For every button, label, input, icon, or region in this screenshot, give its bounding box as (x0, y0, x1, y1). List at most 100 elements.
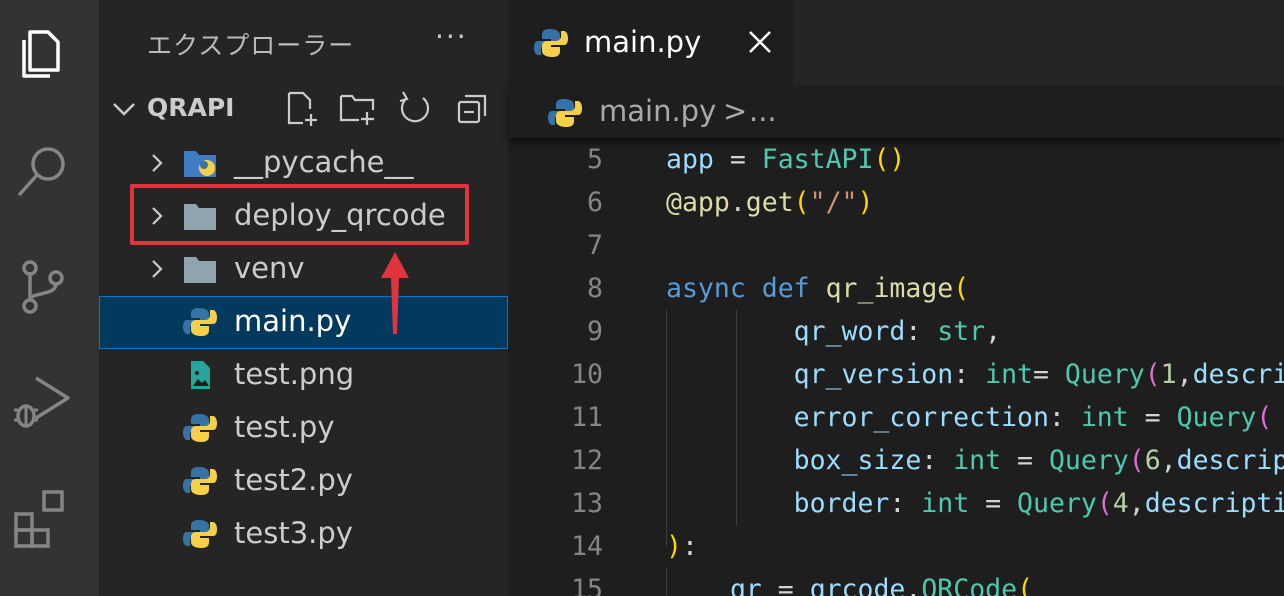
source-control-icon[interactable] (10, 254, 74, 318)
code-token: ) (857, 187, 874, 218)
code-token: Query (1064, 359, 1145, 390)
code-token: : (681, 531, 698, 562)
code-line[interactable]: 12 box_size: int = Query(6,description (508, 439, 1284, 482)
code-line[interactable]: 13 border: int = Query(4,description (508, 482, 1284, 525)
code-token: = (761, 574, 810, 596)
close-icon[interactable] (746, 28, 774, 56)
tree-item-pycache[interactable]: __pycache__ (99, 137, 508, 190)
new-folder-icon[interactable] (339, 90, 375, 126)
chevron-down-icon[interactable] (111, 96, 137, 122)
code-token: ( (1128, 445, 1145, 476)
line-content: border: int = Query(4,description (666, 488, 1284, 519)
tree-item-label: venv (234, 251, 305, 285)
code-token: description (1176, 445, 1284, 476)
code-token: qrcode (809, 574, 906, 596)
code-line[interactable]: 10 qr_version: int= Query(1,description (508, 353, 1284, 396)
tree-item-label: test.py (234, 410, 335, 444)
line-number: 14 (571, 531, 603, 562)
code-line[interactable]: 14): (508, 525, 1284, 568)
line-content: ): (666, 531, 698, 562)
code-token: : (921, 445, 954, 476)
line-content: qr_word: str, (666, 316, 1001, 347)
code-line[interactable]: 5 app = FastAPI() (508, 138, 1284, 181)
code-token: ( (1256, 402, 1273, 433)
tree-item-label: test2.py (234, 463, 353, 497)
breadcrumb-file[interactable]: main.py (599, 94, 716, 128)
tree-item-label: test.png (234, 357, 355, 391)
refresh-icon[interactable] (397, 90, 433, 126)
code-token: ) (666, 531, 682, 562)
project-name[interactable]: QRAPI (147, 93, 234, 122)
code-token: qr_image (825, 273, 954, 304)
line-number: 5 (587, 144, 603, 175)
code-token: qr (729, 574, 762, 596)
python-file-icon (548, 99, 582, 127)
code-token: app (666, 144, 714, 175)
code-token: ( (1096, 488, 1113, 519)
code-token: box_size (793, 445, 922, 476)
explorer-sidebar: エクスプローラー ··· QRAPI __pycache__ deploy_qr… (99, 0, 508, 596)
line-number: 11 (571, 402, 603, 433)
code-token: QRCode (921, 574, 1018, 596)
code-token: int (921, 488, 970, 519)
tree-item-label: test3.py (234, 516, 353, 550)
annotation-arrow-icon (381, 252, 409, 334)
tree-item-test-py[interactable]: test.py (99, 402, 508, 455)
code-line[interactable]: 15 qr = qrcode.QRCode( (508, 568, 1284, 596)
breadcrumb-separator: > (723, 94, 748, 128)
code-line[interactable]: 7 (508, 224, 1284, 267)
code-token: ( (1017, 574, 1034, 596)
explorer-icon[interactable] (10, 22, 74, 86)
breadcrumb-symbols[interactable]: ... (749, 94, 777, 128)
code-token: qr_word (793, 316, 906, 347)
code-token: ( (1144, 359, 1161, 390)
code-token: . (905, 574, 922, 596)
code-token: FastAPI (761, 144, 874, 175)
line-content: error_correction: int = Query( (666, 402, 1273, 433)
new-file-icon[interactable] (283, 90, 319, 126)
line-content: @app.get("/") (666, 187, 873, 218)
extensions-icon[interactable] (10, 486, 74, 550)
tree-item-main-py[interactable]: main.py (99, 296, 508, 349)
tree-item-label: __pycache__ (234, 145, 414, 179)
code-editor[interactable]: 5 app = FastAPI() 6 @app.get("/") 7 8 async de… (508, 138, 1284, 596)
code-line[interactable]: 8 async def qr_image( (508, 267, 1284, 310)
folder-icon (184, 257, 216, 283)
more-actions-button[interactable]: ··· (435, 20, 468, 53)
line-number: 9 (587, 316, 603, 347)
code-token: def (761, 273, 810, 304)
code-token: description (1192, 359, 1284, 390)
code-line[interactable]: 6 @app.get("/") (508, 181, 1284, 224)
code-token: 6 (1144, 445, 1161, 476)
tab-main-py[interactable]: main.py (508, 0, 793, 86)
code-token: ( (953, 273, 970, 304)
image-file-icon (191, 361, 210, 389)
annotation-highlight-box (130, 184, 469, 245)
line-content: qr_version: int= Query(1,description (666, 359, 1284, 390)
code-line[interactable]: 11 error_correction: int = Query( (508, 396, 1284, 439)
code-line[interactable]: 9 qr_word: str, (508, 310, 1284, 353)
tree-item-test3-py[interactable]: test3.py (99, 508, 508, 561)
code-token: description (1144, 488, 1284, 519)
code-token: = (1128, 402, 1177, 433)
python-file-icon (183, 467, 217, 495)
tree-item-venv[interactable]: venv (99, 243, 508, 296)
tree-item-test-png[interactable]: test.png (99, 349, 508, 402)
code-token: : (953, 359, 986, 390)
tab-bar: main.py (508, 0, 1284, 86)
search-icon[interactable] (10, 138, 74, 202)
collapse-all-icon[interactable] (455, 90, 491, 126)
line-number: 12 (571, 445, 603, 476)
chevron-right-icon (152, 260, 163, 278)
code-token: () (873, 144, 906, 175)
line-content: qr = qrcode.QRCode( (666, 574, 1033, 596)
tree-item-test2-py[interactable]: test2.py (99, 455, 508, 508)
run-debug-icon[interactable] (10, 370, 74, 434)
